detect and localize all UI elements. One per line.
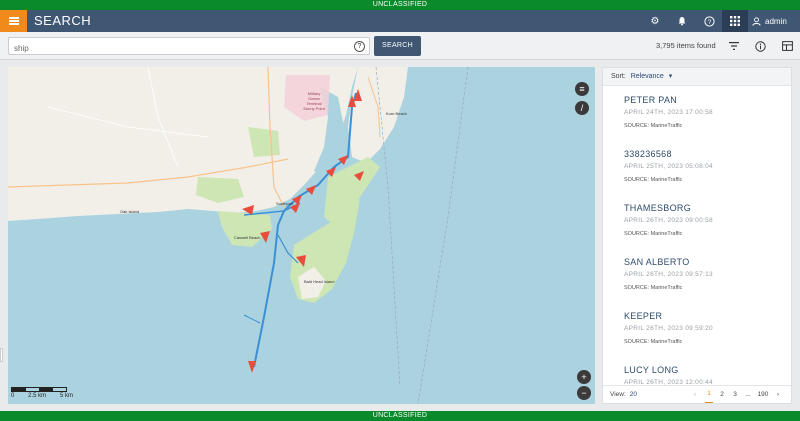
page-size-control[interactable]: View: 20 bbox=[610, 386, 637, 404]
result-name[interactable]: PETER PAN bbox=[624, 95, 791, 105]
bell-icon[interactable] bbox=[669, 10, 695, 32]
result-name[interactable]: KEEPER bbox=[624, 311, 791, 321]
user-name: admin bbox=[765, 16, 787, 26]
scale-label: 5 km bbox=[59, 393, 73, 399]
svg-text:Kure Beach: Kure Beach bbox=[386, 111, 407, 116]
result-item[interactable]: 338236568 APRIL 25TH, 2023 05:08:04 SOUR… bbox=[603, 140, 791, 194]
svg-text:Bald Head Island: Bald Head Island bbox=[304, 279, 334, 284]
layers-icon[interactable]: ≡ bbox=[575, 82, 589, 96]
result-item[interactable]: PETER PAN APRIL 24TH, 2023 17:00:58 SOUR… bbox=[603, 86, 791, 140]
classification-banner-bottom: UNCLASSIFIED bbox=[0, 411, 800, 421]
result-item[interactable]: LUCY LONG APRIL 26TH, 2023 12:00:44 bbox=[603, 356, 791, 386]
search-box: ? bbox=[8, 37, 370, 57]
page-button[interactable]: 3 bbox=[731, 386, 739, 404]
result-item[interactable]: THAMESBORG APRIL 26TH, 2023 09:00:58 SOU… bbox=[603, 194, 791, 248]
help-icon[interactable]: ? bbox=[696, 10, 722, 32]
user-icon bbox=[752, 16, 761, 26]
page-button[interactable]: 1 bbox=[705, 386, 713, 403]
layout-toggle-icon[interactable] bbox=[779, 38, 795, 54]
result-date: APRIL 26TH, 2023 09:00:58 bbox=[624, 217, 713, 224]
prev-page-button[interactable]: ‹ bbox=[691, 386, 699, 404]
svg-text:Sunny Point: Sunny Point bbox=[303, 106, 325, 111]
svg-text:Caswell Beach: Caswell Beach bbox=[234, 235, 260, 240]
result-name[interactable]: SAN ALBERTO bbox=[624, 257, 791, 267]
result-source: SOURCE: MarineTraffic bbox=[624, 231, 683, 237]
results-list: PETER PAN APRIL 24TH, 2023 17:00:58 SOUR… bbox=[603, 86, 791, 386]
result-date: APRIL 24TH, 2023 17:00:58 bbox=[624, 109, 713, 116]
search-help-icon[interactable]: ? bbox=[354, 41, 365, 52]
result-source: SOURCE: MarineTraffic bbox=[624, 123, 683, 129]
apps-grid-icon[interactable] bbox=[722, 10, 748, 32]
result-source: SOURCE: MarineTraffic bbox=[624, 339, 683, 345]
search-row: ? SEARCH 3,795 items found bbox=[0, 32, 800, 60]
result-name[interactable]: 338236568 bbox=[624, 149, 791, 159]
view-label: View: bbox=[610, 391, 626, 398]
scale-label: 0 bbox=[11, 393, 15, 399]
pagination: View: 20 ‹ 1 2 3 ... 190 › bbox=[603, 385, 791, 403]
panel-collapse-handle[interactable] bbox=[0, 348, 3, 362]
map-scale: 0 2.5 km 5 km bbox=[11, 387, 73, 399]
ruler-icon[interactable]: / bbox=[575, 101, 589, 115]
chevron-down-icon[interactable]: ▾ bbox=[669, 73, 673, 80]
scale-label: 2.5 km bbox=[28, 393, 47, 399]
page-button[interactable]: 2 bbox=[718, 386, 726, 404]
page-ellipsis: ... bbox=[745, 391, 751, 398]
result-name[interactable]: LUCY LONG bbox=[624, 365, 791, 375]
sort-control[interactable]: Sort: Relevance ▾ bbox=[603, 68, 791, 86]
user-menu[interactable]: admin bbox=[752, 10, 787, 32]
search-input[interactable] bbox=[9, 40, 339, 57]
map-canvas[interactable]: Military Ocean Terminal Sunny Point Kure… bbox=[8, 67, 595, 404]
result-item[interactable]: SAN ALBERTO APRIL 26TH, 2023 09:57:13 SO… bbox=[603, 248, 791, 302]
results-panel: Sort: Relevance ▾ PETER PAN APRIL 24TH, … bbox=[602, 67, 792, 404]
result-item[interactable]: KEEPER APRIL 26TH, 2023 09:59:20 SOURCE:… bbox=[603, 302, 791, 356]
result-source: SOURCE: MarineTraffic bbox=[624, 285, 683, 291]
result-date: APRIL 26TH, 2023 09:57:13 bbox=[624, 271, 713, 278]
gear-icon[interactable]: ⚙ bbox=[642, 10, 668, 32]
search-button[interactable]: SEARCH bbox=[374, 36, 421, 56]
next-page-button[interactable]: › bbox=[774, 386, 782, 404]
zoom-out-button[interactable]: − bbox=[577, 386, 591, 400]
info-icon[interactable] bbox=[752, 38, 768, 54]
page-button[interactable]: 190 bbox=[755, 386, 771, 404]
svg-text:Oak Island: Oak Island bbox=[120, 209, 139, 214]
sort-value[interactable]: Relevance bbox=[631, 73, 664, 80]
result-date: APRIL 26TH, 2023 09:59:20 bbox=[624, 325, 713, 332]
map-view[interactable]: Military Ocean Terminal Sunny Point Kure… bbox=[8, 67, 595, 404]
app-title: SEARCH bbox=[34, 13, 92, 28]
result-source: SOURCE: MarineTraffic bbox=[624, 177, 683, 183]
items-found-count: 3,795 items found bbox=[656, 41, 716, 50]
sort-label: Sort: bbox=[611, 73, 626, 80]
classification-banner-top: UNCLASSIFIED bbox=[0, 0, 800, 10]
top-bar: SEARCH ⚙ ? admin bbox=[0, 10, 800, 32]
result-name[interactable]: THAMESBORG bbox=[624, 203, 791, 213]
menu-icon[interactable] bbox=[0, 10, 27, 32]
result-date: APRIL 25TH, 2023 05:08:04 bbox=[624, 163, 713, 170]
view-value[interactable]: 20 bbox=[630, 391, 637, 398]
svg-text:Southport: Southport bbox=[276, 201, 294, 206]
filter-icon[interactable] bbox=[726, 38, 742, 54]
svg-text:?: ? bbox=[707, 19, 711, 26]
zoom-in-button[interactable]: + bbox=[577, 370, 591, 384]
